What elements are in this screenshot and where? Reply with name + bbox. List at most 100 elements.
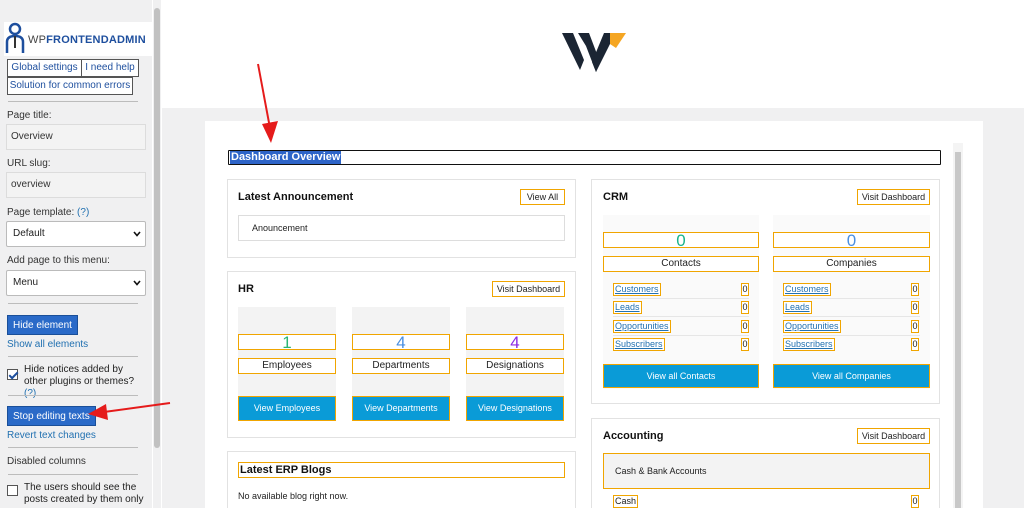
contacts-opportunities-link[interactable]: Opportunities [613,320,671,333]
brand-w-logo-icon [562,33,626,72]
page-title: Dashboard Overview [230,151,342,164]
announcement-item-text: Anouncement [252,223,308,233]
need-help-button[interactable]: I need help [81,59,139,77]
logo-prefix: WP [28,34,47,46]
accounting-card: Accounting Visit Dashboard Cash & Bank A… [591,418,940,508]
hr-title: HR [238,283,254,295]
view-employees-button[interactable]: View Employees [238,396,336,421]
contacts-customers-count: 0 [741,283,749,296]
separator [8,303,138,304]
cash-bank-title: Cash & Bank Accounts [615,466,707,476]
common-errors-button[interactable]: Solution for common errors [7,77,133,95]
person-logo-icon [5,22,25,53]
view-all-contacts-button[interactable]: View all Contacts [603,364,759,388]
disabled-columns-label: Disabled columns [7,456,86,467]
url-slug-field[interactable]: overview [6,172,146,198]
show-all-elements-link[interactable]: Show all elements [7,339,88,350]
companies-leads-link[interactable]: Leads [783,301,812,314]
announcement-title: Latest Announcement [238,191,354,203]
menu-select-value: Menu [13,277,39,288]
own-posts-checkbox[interactable] [7,485,18,496]
separator [8,395,138,396]
cash-link[interactable]: Cash [613,495,639,508]
view-departments-button[interactable]: View Departments [352,396,450,421]
accounting-title: Accounting [603,430,664,442]
separator [8,356,138,357]
page-title-label: Page title: [7,110,52,121]
content-scrollbar-thumb[interactable] [955,152,961,508]
contacts-leads-count: 0 [741,301,749,314]
companies-opportunities-link[interactable]: Opportunities [783,320,841,333]
page-template-label: Page template: (?) [7,207,89,218]
accounting-visit-dashboard-button[interactable]: Visit Dashboard [857,428,930,444]
logo-emphasis: FRONTENDADMIN [46,34,146,46]
chevron-down-icon [133,231,141,237]
cash-bank-section: Cash & Bank Accounts [603,453,930,489]
sidebar-scrollbar-thumb[interactable] [154,8,160,448]
designations-label: Designations [466,358,564,374]
separator [8,474,138,475]
row-divider [783,316,920,317]
url-slug-label: URL slug: [7,158,51,169]
view-designations-button[interactable]: View Designations [466,396,564,421]
view-all-button[interactable]: View All [520,189,565,205]
view-all-companies-button[interactable]: View all Companies [773,364,930,388]
hr-visit-dashboard-button[interactable]: Visit Dashboard [492,281,565,297]
crm-title: CRM [603,191,629,203]
hide-element-button[interactable]: Hide element [7,315,78,335]
cash-value: 0 [911,495,919,508]
wpfrontendadmin-logo: WPFRONTENDADMIN [4,22,152,56]
hide-notices-checkbox[interactable] [7,369,18,380]
contacts-label: Contacts [603,256,759,272]
designations-count: 4 [466,334,564,351]
announcement-item[interactable]: Anouncement [238,215,565,241]
blogs-empty-text: No available blog right now. [238,491,349,501]
stop-editing-button[interactable]: Stop editing texts [7,406,96,426]
companies-label: Companies [773,256,930,272]
contacts-count: 0 [603,232,759,249]
companies-opportunities-count: 0 [911,320,919,333]
companies-subscribers-count: 0 [911,338,919,351]
contacts-subscribers-link[interactable]: Subscribers [613,338,665,351]
global-settings-button[interactable]: Global settings [7,59,82,77]
blogs-title: Latest ERP Blogs [238,462,565,478]
employees-count: 1 [238,334,336,351]
separator [8,447,138,448]
hr-card: HR Visit Dashboard 1 Employees View Empl… [227,271,576,438]
row-divider [613,316,749,317]
contacts-subscribers-count: 0 [741,338,749,351]
chevron-down-icon [133,280,141,286]
page-title-editor[interactable]: Dashboard Overview [228,150,941,165]
page-template-value: Default [13,228,45,239]
departments-label: Departments [352,358,450,374]
contacts-opportunities-count: 0 [741,320,749,333]
employees-label: Employees [238,358,336,374]
departments-count: 4 [352,334,450,351]
companies-count: 0 [773,232,930,249]
page-template-help-link[interactable]: (?) [77,207,89,218]
crm-card: CRM Visit Dashboard 0 Contacts Customers… [591,179,940,404]
add-menu-label: Add page to this menu: [7,255,110,266]
hide-notices-help-link[interactable]: (?) [24,388,36,399]
companies-leads-count: 0 [911,301,919,314]
revert-text-link[interactable]: Revert text changes [7,430,96,441]
hide-notices-label: Hide notices added by other plugins or t… [24,364,135,387]
companies-customers-link[interactable]: Customers [783,283,831,296]
editor-sidebar: WPFRONTENDADMIN Global settings I need h… [0,0,152,508]
contacts-customers-link[interactable]: Customers [613,283,661,296]
page-title-field[interactable]: Overview [6,124,146,150]
menu-select[interactable]: Menu [6,270,146,296]
companies-customers-count: 0 [911,283,919,296]
own-posts-text: The users should see the posts created b… [24,482,144,505]
companies-subscribers-link[interactable]: Subscribers [783,338,835,351]
blogs-card: Latest ERP Blogs No available blog right… [227,451,576,508]
row-divider [783,335,920,336]
row-divider [613,298,749,299]
page-template-select[interactable]: Default [6,221,146,247]
crm-visit-dashboard-button[interactable]: Visit Dashboard [857,189,930,205]
separator [8,101,138,102]
contacts-leads-link[interactable]: Leads [613,301,642,314]
row-divider [783,298,920,299]
page-template-label-text: Page template: [7,207,75,218]
announcement-card: Latest Announcement View All Anouncement [227,179,576,258]
